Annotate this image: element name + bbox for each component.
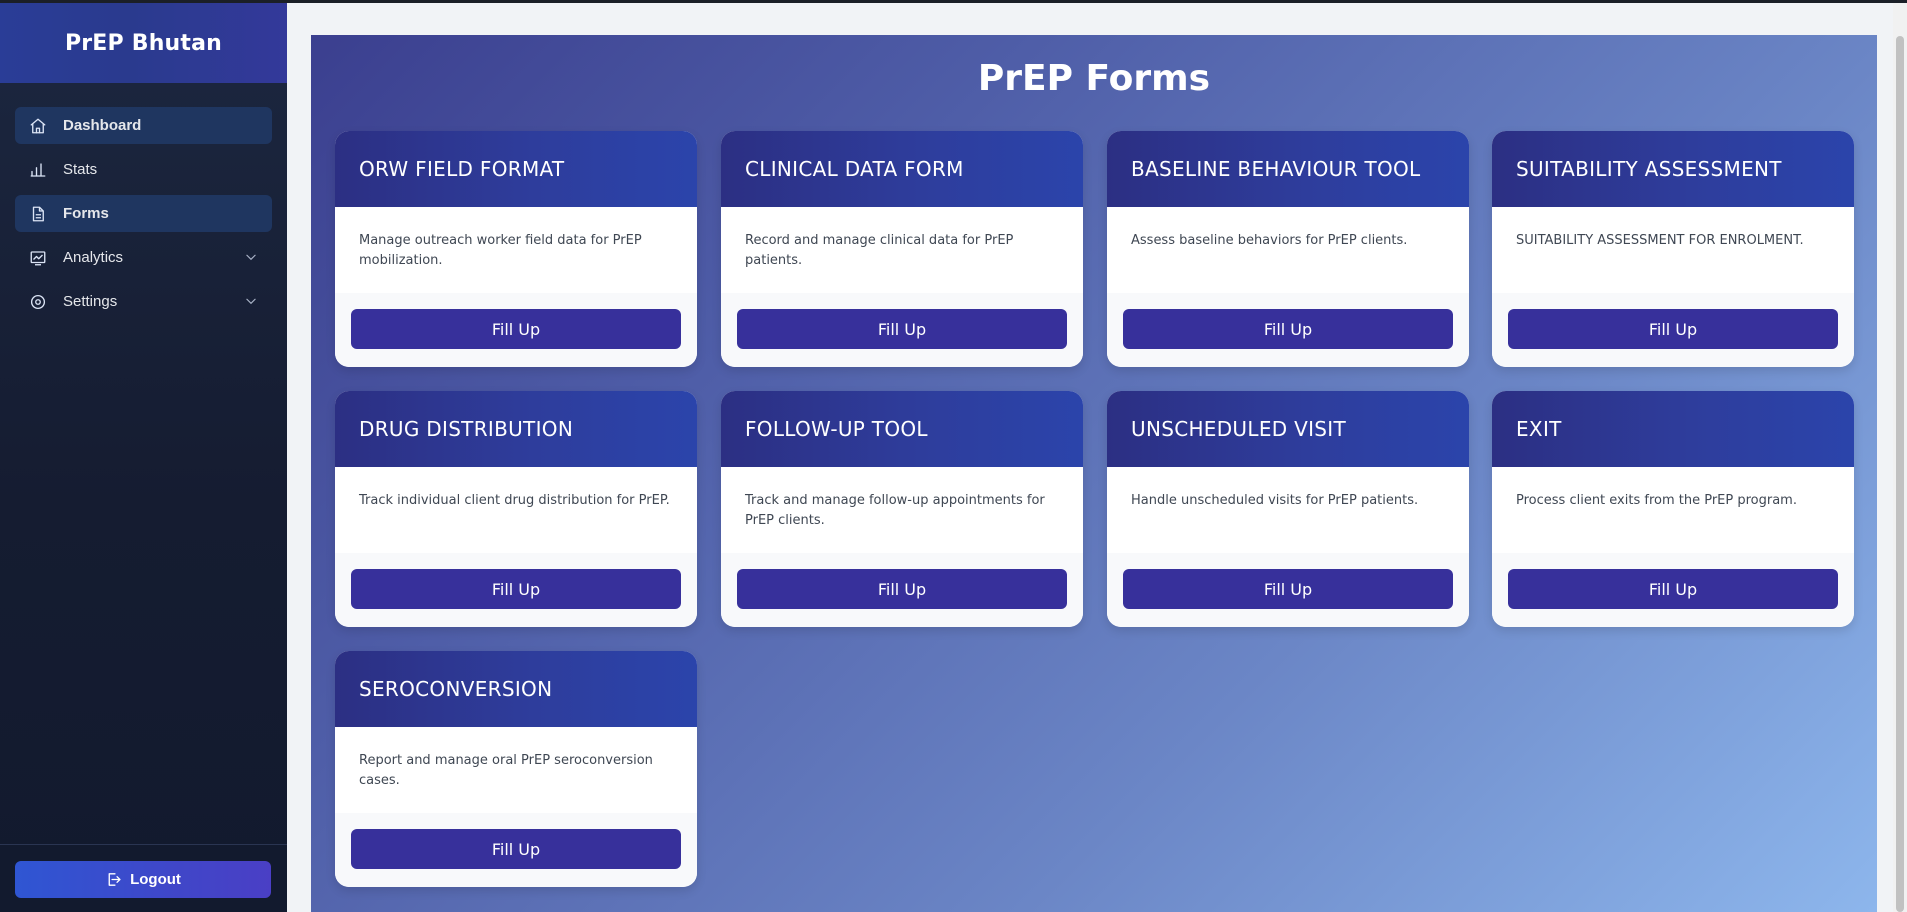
sidebar-item-label: Forms [63, 205, 109, 222]
fill-up-button[interactable]: Fill Up [351, 569, 681, 609]
bar-chart-icon [29, 161, 47, 179]
forms-panel: PrEP Forms ORW FIELD FORMAT Manage outre… [311, 35, 1877, 912]
card-title: DRUG DISTRIBUTION [335, 391, 697, 467]
card-description: Record and manage clinical data for PrEP… [745, 233, 1014, 268]
page-title: PrEP Forms [977, 58, 1211, 99]
card-description: Report and manage oral PrEP seroconversi… [359, 753, 653, 788]
sidebar-nav: Dashboard Stats Forms Analytics Settings [0, 83, 287, 320]
card-title: ORW FIELD FORMAT [335, 131, 697, 207]
fill-up-button[interactable]: Fill Up [1123, 569, 1453, 609]
form-card-unscheduled-visit: UNSCHEDULED VISIT Handle unscheduled vis… [1107, 391, 1469, 627]
home-icon [29, 117, 47, 135]
form-card-follow-up-tool: FOLLOW-UP TOOL Track and manage follow-u… [721, 391, 1083, 627]
fill-up-button[interactable]: Fill Up [1508, 309, 1838, 349]
brand-title: PrEP Bhutan [0, 3, 287, 83]
fill-up-button[interactable]: Fill Up [351, 829, 681, 869]
card-description: SUITABILITY ASSESSMENT FOR ENROLMENT. [1516, 233, 1804, 248]
sidebar-item-settings[interactable]: Settings [15, 283, 272, 320]
sidebar-item-label: Dashboard [63, 117, 142, 134]
card-title: UNSCHEDULED VISIT [1107, 391, 1469, 467]
card-description: Manage outreach worker field data for Pr… [359, 233, 642, 268]
form-card-orw-field-format: ORW FIELD FORMAT Manage outreach worker … [335, 131, 697, 367]
form-card-seroconversion: SEROCONVERSION Report and manage oral Pr… [335, 651, 697, 887]
chevron-down-icon[interactable] [244, 294, 258, 308]
sidebar-item-forms[interactable]: Forms [15, 195, 272, 232]
chevron-down-icon[interactable] [244, 250, 258, 264]
sidebar: PrEP Bhutan Dashboard Stats Forms Analyt… [0, 3, 287, 912]
logout-icon [108, 873, 121, 886]
card-title: EXIT [1492, 391, 1854, 467]
fill-up-button[interactable]: Fill Up [737, 569, 1067, 609]
card-title: BASELINE BEHAVIOUR TOOL [1107, 131, 1469, 207]
page-scrollbar[interactable] [1893, 3, 1907, 912]
sidebar-item-label: Stats [63, 161, 98, 178]
fill-up-button[interactable]: Fill Up [1508, 569, 1838, 609]
card-description: Assess baseline behaviors for PrEP clien… [1131, 233, 1408, 248]
form-card-clinical-data: CLINICAL DATA FORM Record and manage cli… [721, 131, 1083, 367]
sidebar-item-label: Analytics [63, 249, 124, 266]
sidebar-item-analytics[interactable]: Analytics [15, 239, 272, 276]
card-description: Track individual client drug distributio… [359, 493, 670, 508]
form-card-drug-distribution: DRUG DISTRIBUTION Track individual clien… [335, 391, 697, 627]
card-description: Track and manage follow-up appointments … [745, 493, 1045, 528]
sidebar-item-stats[interactable]: Stats [15, 151, 272, 188]
logout-button[interactable]: Logout [15, 861, 271, 898]
card-title: SUITABILITY ASSESSMENT [1492, 131, 1854, 207]
document-icon [29, 205, 47, 223]
sidebar-footer: Logout [0, 844, 287, 912]
form-card-suitability-assessment: SUITABILITY ASSESSMENT SUITABILITY ASSES… [1492, 131, 1854, 367]
form-card-baseline-behaviour: BASELINE BEHAVIOUR TOOL Assess baseline … [1107, 131, 1469, 367]
card-title: CLINICAL DATA FORM [721, 131, 1083, 207]
fill-up-button[interactable]: Fill Up [737, 309, 1067, 349]
fill-up-button[interactable]: Fill Up [351, 309, 681, 349]
card-title: FOLLOW-UP TOOL [721, 391, 1083, 467]
card-description: Process client exits from the PrEP progr… [1516, 493, 1797, 508]
gear-icon [29, 293, 47, 311]
form-card-exit: EXIT Process client exits from the PrEP … [1492, 391, 1854, 627]
fill-up-button[interactable]: Fill Up [1123, 309, 1453, 349]
logout-label: Logout [130, 871, 181, 888]
line-chart-icon [29, 249, 47, 267]
card-title: SEROCONVERSION [335, 651, 697, 727]
card-description: Handle unscheduled visits for PrEP patie… [1131, 493, 1419, 508]
sidebar-item-dashboard[interactable]: Dashboard [15, 107, 272, 144]
scrollbar-thumb[interactable] [1896, 36, 1904, 912]
sidebar-item-label: Settings [63, 293, 118, 310]
